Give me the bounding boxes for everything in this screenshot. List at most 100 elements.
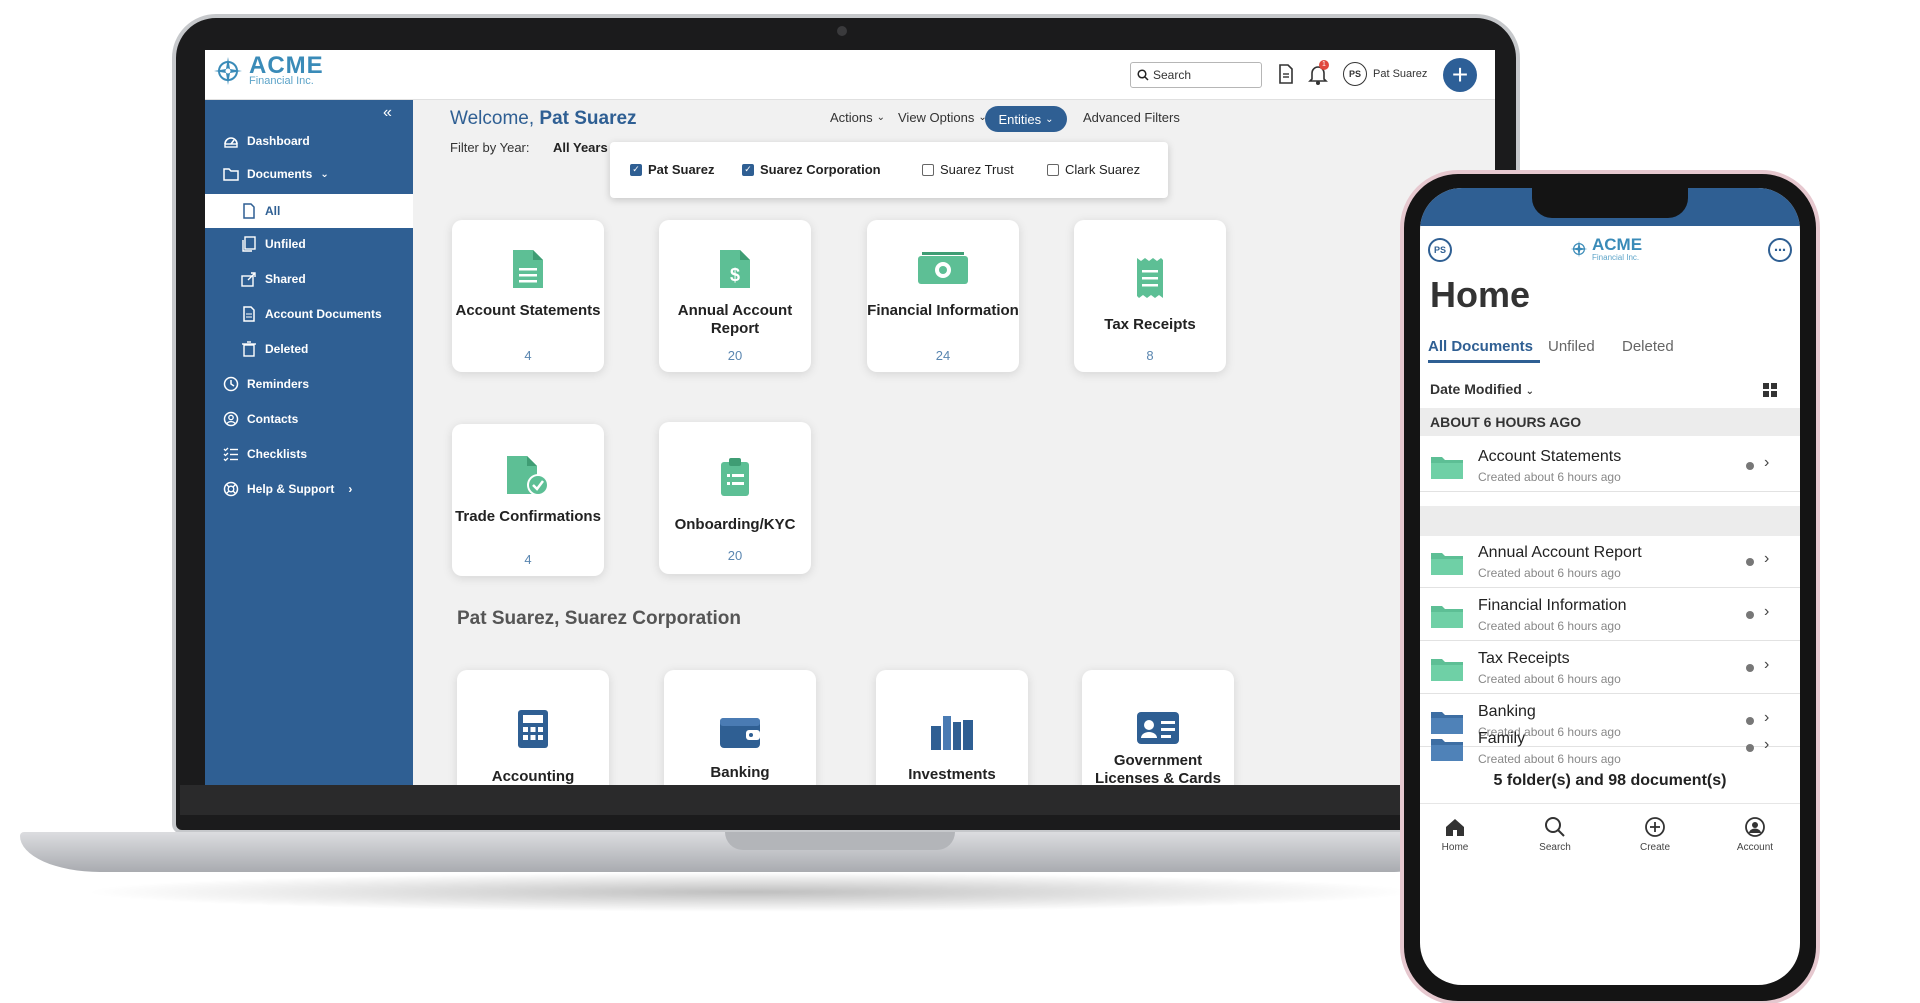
chevron-right-icon: › xyxy=(1764,603,1770,620)
phone-notch xyxy=(1532,188,1688,218)
folder-card-accounting[interactable]: Accounting xyxy=(457,670,609,785)
folder-card-investments[interactable]: Investments xyxy=(876,670,1028,785)
advanced-filters-button[interactable]: Advanced Filters xyxy=(1083,110,1180,125)
folder-card-government-licenses[interactable]: Government Licenses & Cards xyxy=(1082,670,1234,785)
chevron-right-icon: › xyxy=(1764,656,1770,673)
document-check-icon xyxy=(507,456,549,496)
sidebar-item-checklists[interactable]: Checklists xyxy=(205,439,413,469)
entity-option-suarez-corporation[interactable]: ✓ Suarez Corporation xyxy=(742,162,881,177)
chevron-down-icon: ⌄ xyxy=(1525,386,1535,397)
status-dot xyxy=(1746,611,1754,619)
entity-option-suarez-trust[interactable]: Suarez Trust xyxy=(922,162,1014,177)
sidebar-item-account-documents[interactable]: Account Documents xyxy=(205,299,413,329)
list-item[interactable]: Financial Information Created about 6 ho… xyxy=(1420,589,1800,641)
tab-all-documents[interactable]: All Documents xyxy=(1428,338,1533,355)
grid-view-icon[interactable] xyxy=(1762,382,1778,398)
chevron-right-icon: › xyxy=(1764,454,1770,471)
folder-icon xyxy=(223,168,239,181)
sidebar-item-all[interactable]: All xyxy=(205,194,413,228)
list-item[interactable]: Tax Receipts Created about 6 hours ago › xyxy=(1420,642,1800,694)
notification-badge: 1 xyxy=(1319,60,1329,70)
collapse-sidebar-button[interactable]: « xyxy=(383,104,392,122)
document-icon xyxy=(243,203,255,219)
receipt-icon xyxy=(1137,258,1163,298)
filter-by-year-select[interactable]: All Years xyxy=(553,140,608,155)
nav-label: Home xyxy=(1441,842,1469,853)
entity-option-pat-suarez[interactable]: ✓ Pat Suarez xyxy=(630,162,714,177)
calculator-icon xyxy=(518,710,548,748)
plus-icon: + xyxy=(1451,59,1469,90)
dashboard-icon xyxy=(224,137,238,148)
sidebar-item-unfiled[interactable]: Unfiled xyxy=(205,229,413,259)
checkbox-icon xyxy=(1047,163,1059,176)
status-dot xyxy=(1746,664,1754,672)
sidebar-item-shared[interactable]: Shared xyxy=(205,264,413,294)
add-button[interactable]: + xyxy=(1443,58,1477,92)
sidebar-item-deleted[interactable]: Deleted xyxy=(205,334,413,364)
sidebar-item-contacts[interactable]: Contacts xyxy=(205,404,413,434)
compass-logo-icon xyxy=(1570,240,1588,258)
sidebar-item-reminders[interactable]: Reminders xyxy=(205,369,413,399)
folder-card-annual-account-report[interactable]: $ Annual Account Report 20 xyxy=(659,220,811,372)
clock-icon xyxy=(223,376,239,392)
view-options-menu[interactable]: View Options ⌄ xyxy=(898,110,987,125)
card-count: 4 xyxy=(524,552,532,567)
sidebar-item-dashboard[interactable]: Dashboard xyxy=(205,126,413,156)
checkbox-icon xyxy=(922,163,934,176)
nav-create[interactable]: Create xyxy=(1620,816,1690,853)
sidebar-item-label: Dashboard xyxy=(247,134,310,148)
chevron-right-icon: › xyxy=(1764,736,1770,753)
sidebar-item-help-support[interactable]: Help & Support › xyxy=(205,474,413,504)
chevron-right-icon: › xyxy=(1764,550,1770,567)
marketing-composite: ACME Financial Inc. Search 1 PS Pat Suar… xyxy=(0,0,1920,1003)
list-item[interactable]: Annual Account Report Created about 6 ho… xyxy=(1420,536,1800,588)
nav-account[interactable]: Account xyxy=(1720,816,1790,853)
list-item[interactable]: Family Created about 6 hours ago › xyxy=(1420,716,1800,768)
card-count: 20 xyxy=(727,548,743,563)
folder-card-trade-confirmations[interactable]: Trade Confirmations 4 xyxy=(452,424,604,576)
document-icon[interactable] xyxy=(1275,62,1297,86)
bottom-navigation: Home Search Create Account xyxy=(1420,803,1800,883)
checkbox-checked-icon: ✓ xyxy=(630,163,642,176)
document-icon xyxy=(513,250,543,288)
contact-icon xyxy=(223,411,239,427)
folder-card-banking[interactable]: Banking xyxy=(664,670,816,785)
page-title: Home xyxy=(1430,274,1531,315)
more-options-button[interactable]: ⋯ xyxy=(1768,238,1792,262)
laptop-bezel-bottom xyxy=(180,785,1520,815)
actions-menu[interactable]: Actions ⌄ xyxy=(830,110,885,125)
card-title: Annual Account Report xyxy=(677,302,793,337)
home-icon xyxy=(1446,819,1464,836)
search-input[interactable]: Search xyxy=(1130,62,1262,88)
sort-dropdown[interactable]: Date Modified ⌄ xyxy=(1430,381,1534,397)
folder-card-financial-information[interactable]: Financial Information 24 xyxy=(867,220,1019,372)
tab-deleted[interactable]: Deleted xyxy=(1622,338,1674,355)
sidebar-item-label: All xyxy=(265,204,281,218)
card-title: Accounting xyxy=(491,768,575,785)
item-count-summary: 5 folder(s) and 98 document(s) xyxy=(1493,772,1727,789)
search-icon xyxy=(1137,69,1149,81)
wallet-icon xyxy=(720,718,760,748)
folder-card-tax-receipts[interactable]: Tax Receipts 8 xyxy=(1074,220,1226,372)
nav-home[interactable]: Home xyxy=(1420,816,1490,853)
folder-card-account-statements[interactable]: Account Statements 4 xyxy=(452,220,604,372)
sidebar-item-label: Reminders xyxy=(247,377,310,391)
notifications-button[interactable]: 1 xyxy=(1307,60,1329,86)
chevron-down-icon: ⌄ xyxy=(876,112,886,123)
mobile-app-screen: PS ACME Financial Inc. ⋯ Home All Docume… xyxy=(1420,188,1800,985)
folder-icon xyxy=(1431,659,1463,681)
welcome-name: Pat Suarez xyxy=(539,108,637,129)
user-menu[interactable]: PS Pat Suarez xyxy=(1343,62,1427,86)
entity-option-clark-suarez[interactable]: Clark Suarez xyxy=(1047,162,1140,177)
nav-search[interactable]: Search xyxy=(1520,816,1590,853)
list-item[interactable]: Account Statements Created about 6 hours… xyxy=(1420,440,1800,492)
acme-logo[interactable]: ACME Financial Inc. xyxy=(213,54,324,87)
entities-menu[interactable]: Entities ⌄ xyxy=(985,106,1067,132)
avatar[interactable]: PS xyxy=(1428,238,1452,262)
folder-card-onboarding-kyc[interactable]: Onboarding/KYC 20 xyxy=(659,422,811,574)
chevron-down-icon: ⌄ xyxy=(1045,113,1054,125)
active-tab-indicator xyxy=(1428,360,1540,363)
folder-icon xyxy=(1431,739,1463,761)
sidebar-item-documents[interactable]: Documents ⌄ xyxy=(205,159,413,189)
tab-unfiled[interactable]: Unfiled xyxy=(1548,338,1595,355)
